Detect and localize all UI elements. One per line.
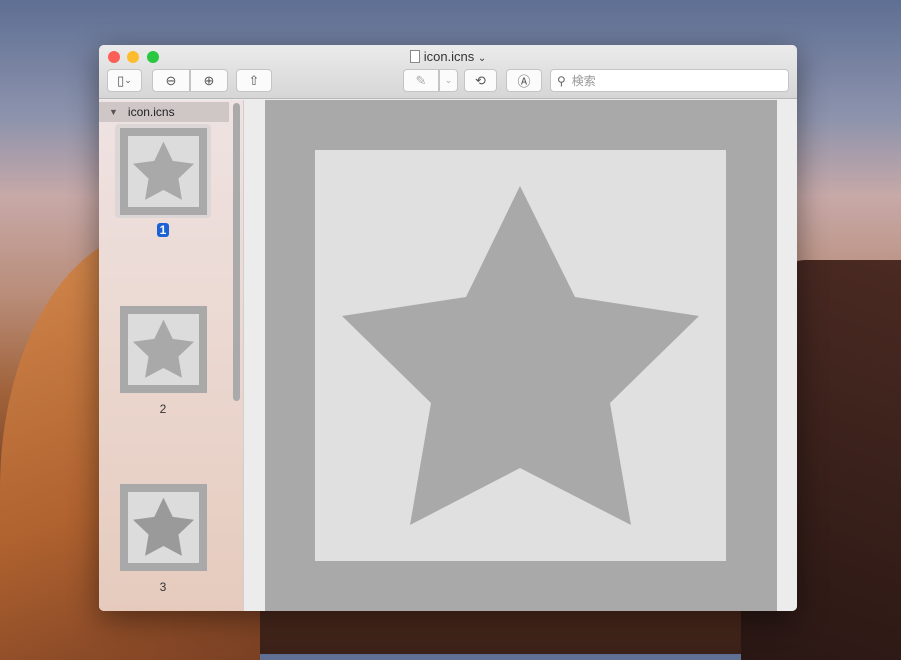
zoom-in-button[interactable]: ⊕ [190,69,228,92]
page-label-3: 3 [159,580,167,594]
rotate-button[interactable]: ⟲ [464,69,497,92]
thumbnail-page-1[interactable] [120,128,207,215]
chevron-down-icon: ⌄ [124,75,132,85]
title-text: icon.icns [423,49,475,64]
pen-icon: ✎ [415,72,427,88]
sidebar-scrollbar[interactable] [233,103,240,401]
search-icon: ⚲ [557,73,566,88]
sidebar-toggle-button[interactable]: ▯ ⌄ [107,69,142,92]
rotate-icon: ⟲ [475,72,486,88]
thumbnail-page-2[interactable] [120,306,207,393]
document-view[interactable] [244,100,797,611]
share-button[interactable]: ⇧ [236,69,272,92]
page-label-1: 1 [99,223,227,237]
markup-icon: Ⓐ [517,74,531,89]
title-bar: icon.icns ⌄ ▯ ⌄ ⊖ ⊕ ⇧ ✎ ⌄ ⟲ Ⓐ ⚲ 検索 [99,45,797,99]
highlight-button[interactable]: ✎ [403,69,439,92]
zoom-out-button[interactable]: ⊖ [152,69,190,92]
icon-canvas [315,150,726,561]
disclosure-triangle-icon: ▼ [109,107,118,117]
highlight-menu-button[interactable]: ⌄ [439,69,458,92]
star-icon [132,141,195,200]
search-field[interactable]: ⚲ 検索 [550,69,789,92]
chevron-down-icon: ⌄ [477,53,487,64]
preview-window: icon.icns ⌄ ▯ ⌄ ⊖ ⊕ ⇧ ✎ ⌄ ⟲ Ⓐ ⚲ 検索 ▼ icon.i… [99,45,797,611]
document-icon [409,50,420,63]
thumbnail-page-3[interactable] [120,484,207,571]
zoom-in-icon: ⊕ [203,72,215,88]
thumbnail-sidebar: ▼ icon.icns 1 2 3 [99,100,244,611]
chevron-down-icon: ⌄ [444,75,453,85]
icon-page [265,100,777,611]
page-label-2: 2 [159,402,167,416]
share-icon: ⇧ [248,72,260,88]
sidebar-group-header[interactable]: ▼ icon.icns [99,102,229,122]
star-icon [342,186,699,525]
star-icon [132,319,195,378]
star-icon [132,497,195,556]
markup-button[interactable]: Ⓐ [506,69,542,92]
sidebar-icon: ▯ [117,72,125,88]
search-placeholder: 検索 [571,74,596,88]
group-label: icon.icns [127,105,175,119]
window-title[interactable]: icon.icns ⌄ [99,49,797,64]
zoom-out-icon: ⊖ [165,72,177,88]
